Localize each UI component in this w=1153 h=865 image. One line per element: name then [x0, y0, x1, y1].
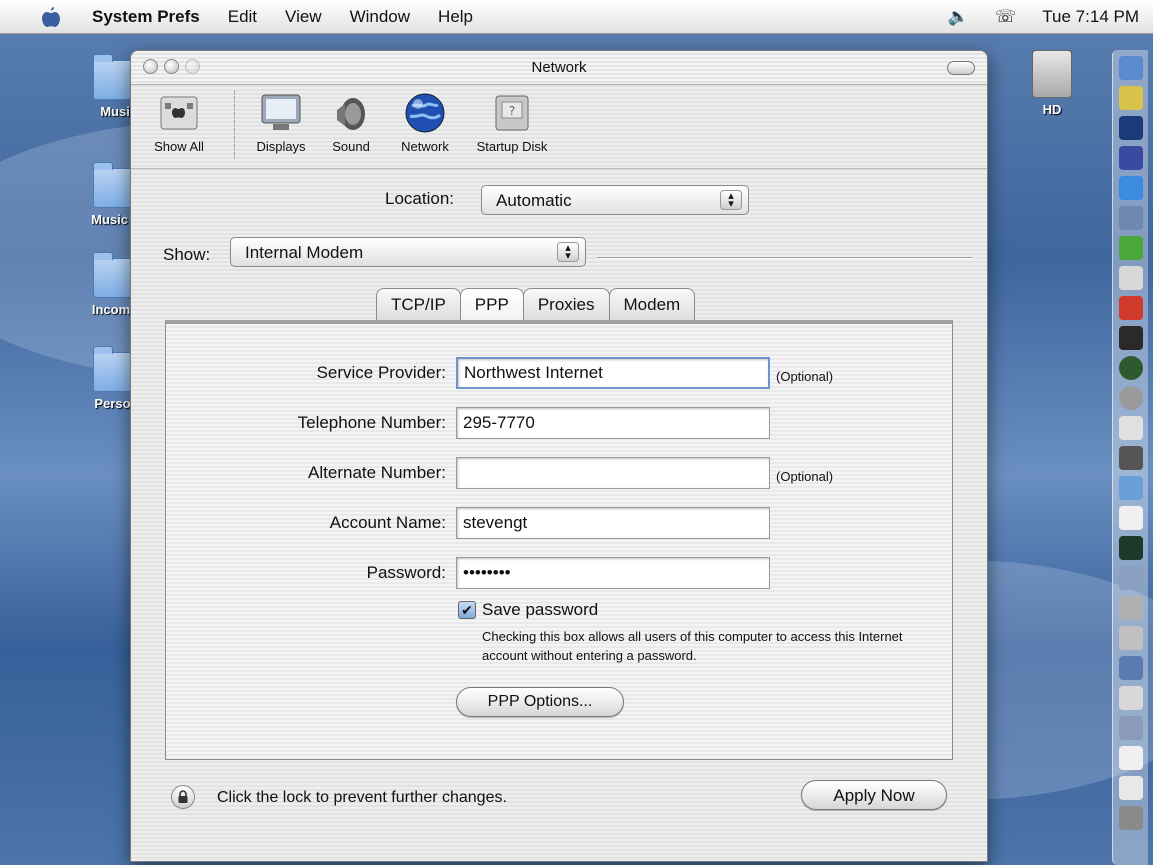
save-password-label[interactable]: Save password — [482, 600, 598, 620]
app-icon[interactable] — [1118, 686, 1143, 710]
tab-tcpip[interactable]: TCP/IP — [376, 288, 461, 320]
startup-disk-label: Startup Disk — [476, 139, 548, 154]
show-all-icon — [157, 91, 201, 135]
startup-disk-icon: ? — [490, 91, 534, 135]
displays-button[interactable]: Displays — [246, 91, 316, 154]
password-input[interactable] — [456, 557, 770, 589]
modem-status-icon[interactable]: ☏ — [995, 7, 1016, 27]
hard-drive-desktop-icon[interactable]: HD — [1020, 50, 1084, 117]
ppp-pane: Service Provider: (Optional) Telephone N… — [165, 320, 953, 760]
service-provider-label: Service Provider: — [316, 363, 446, 382]
menu-help[interactable]: Help — [438, 7, 473, 27]
alternate-number-optional: (Optional) — [776, 469, 834, 484]
menu-window[interactable]: Window — [350, 7, 410, 27]
account-name-label: Account Name: — [329, 513, 446, 532]
hd-label: HD — [1042, 102, 1062, 117]
lock-message: Click the lock to prevent further change… — [217, 789, 507, 806]
window-title: Network — [531, 59, 587, 76]
show-label: Show: — [163, 245, 211, 264]
menu-edit[interactable]: Edit — [228, 7, 257, 27]
account-name-input[interactable] — [456, 507, 770, 539]
service-provider-input[interactable] — [456, 357, 770, 389]
toolbar-separator — [234, 91, 235, 159]
popup-arrows-icon: ▴ ▾ — [557, 242, 579, 262]
network-button[interactable]: Network — [389, 91, 461, 154]
system-prefs-icon[interactable] — [1118, 416, 1143, 440]
displays-icon — [259, 91, 303, 135]
sound-button[interactable]: Sound — [321, 91, 381, 154]
network-globe-icon — [403, 91, 447, 135]
show-all-button[interactable]: Show All — [139, 91, 219, 154]
service-provider-optional: (Optional) — [776, 369, 834, 384]
globe-icon[interactable] — [1118, 356, 1143, 380]
menu-bar: System Prefs Edit View Window Help 🔈 ☏ T… — [0, 0, 1153, 34]
menu-view[interactable]: View — [285, 7, 322, 27]
popup-arrows-icon: ▴ ▾ — [720, 190, 742, 210]
app-icon[interactable] — [1118, 566, 1143, 590]
volume-icon[interactable]: 🔈 — [948, 7, 969, 27]
dock — [1112, 50, 1148, 865]
apply-now-button[interactable]: Apply Now — [801, 780, 947, 810]
menu-clock[interactable]: Tue 7:14 PM — [1042, 7, 1139, 27]
menu-app-name[interactable]: System Prefs — [92, 7, 200, 27]
netscape-icon[interactable] — [1118, 116, 1143, 140]
displays-label: Displays — [256, 139, 306, 154]
internet-explorer-icon[interactable] — [1118, 176, 1143, 200]
finder-icon[interactable] — [1118, 56, 1143, 80]
app-icon[interactable] — [1118, 386, 1143, 410]
show-popup[interactable]: Internal Modem ▴ ▾ — [230, 237, 586, 267]
tab-proxies[interactable]: Proxies — [522, 288, 610, 320]
title-bar[interactable]: Network — [131, 51, 987, 85]
speaker-icon — [329, 91, 373, 135]
network-preferences-window: Network Show All Displays Sound Network … — [130, 50, 988, 862]
ppp-options-button[interactable]: PPP Options... — [456, 687, 624, 717]
alternate-number-label: Alternate Number: — [308, 463, 446, 482]
itunes-icon[interactable] — [1118, 476, 1143, 500]
app-icon[interactable] — [1118, 716, 1143, 740]
telephone-number-label: Telephone Number: — [297, 413, 446, 432]
document-icon[interactable] — [1118, 746, 1143, 770]
mail-icon[interactable] — [1118, 86, 1143, 110]
location-label: Location: — [385, 189, 454, 208]
trash-icon[interactable] — [1118, 806, 1143, 830]
show-divider — [597, 257, 972, 259]
svg-text:?: ? — [509, 104, 515, 118]
app-icon[interactable] — [1118, 266, 1143, 290]
lock-icon[interactable] — [171, 785, 195, 809]
document-icon[interactable] — [1118, 506, 1143, 530]
save-password-help: Checking this box allows all users of th… — [482, 629, 903, 663]
alternate-number-input[interactable] — [456, 457, 770, 489]
save-password-checkbox[interactable]: ✔ — [458, 601, 476, 619]
prefs-toolbar: Show All Displays Sound Network ? Startu — [131, 85, 987, 169]
tab-ppp[interactable]: PPP — [459, 288, 524, 320]
network-label: Network — [401, 139, 449, 154]
app-icon[interactable] — [1118, 236, 1143, 260]
tab-bar: TCP/IP PPP Proxies Modem — [376, 288, 696, 320]
tab-modem[interactable]: Modem — [608, 288, 696, 320]
app-icon[interactable] — [1118, 446, 1143, 470]
sound-label: Sound — [332, 139, 370, 154]
app-icon[interactable] — [1118, 536, 1143, 560]
hard-drive-icon — [1032, 50, 1072, 98]
app-icon[interactable] — [1118, 656, 1143, 680]
show-value: Internal Modem — [245, 243, 364, 262]
app-icon[interactable] — [1118, 146, 1143, 170]
telephone-number-input[interactable] — [456, 407, 770, 439]
terminal-icon[interactable] — [1118, 326, 1143, 350]
show-all-label: Show All — [154, 139, 204, 154]
document-icon[interactable] — [1118, 776, 1143, 800]
apple-menu-icon[interactable] — [40, 6, 62, 28]
rocket-icon[interactable] — [1118, 296, 1143, 320]
app-icon[interactable] — [1118, 626, 1143, 650]
location-value: Automatic — [496, 191, 572, 210]
startup-disk-button[interactable]: ? Startup Disk — [466, 91, 558, 154]
app-icon[interactable] — [1118, 596, 1143, 620]
toolbar-toggle-button[interactable] — [947, 61, 975, 75]
app-icon[interactable] — [1118, 206, 1143, 230]
password-label: Password: — [366, 563, 446, 582]
location-popup[interactable]: Automatic ▴ ▾ — [481, 185, 749, 215]
